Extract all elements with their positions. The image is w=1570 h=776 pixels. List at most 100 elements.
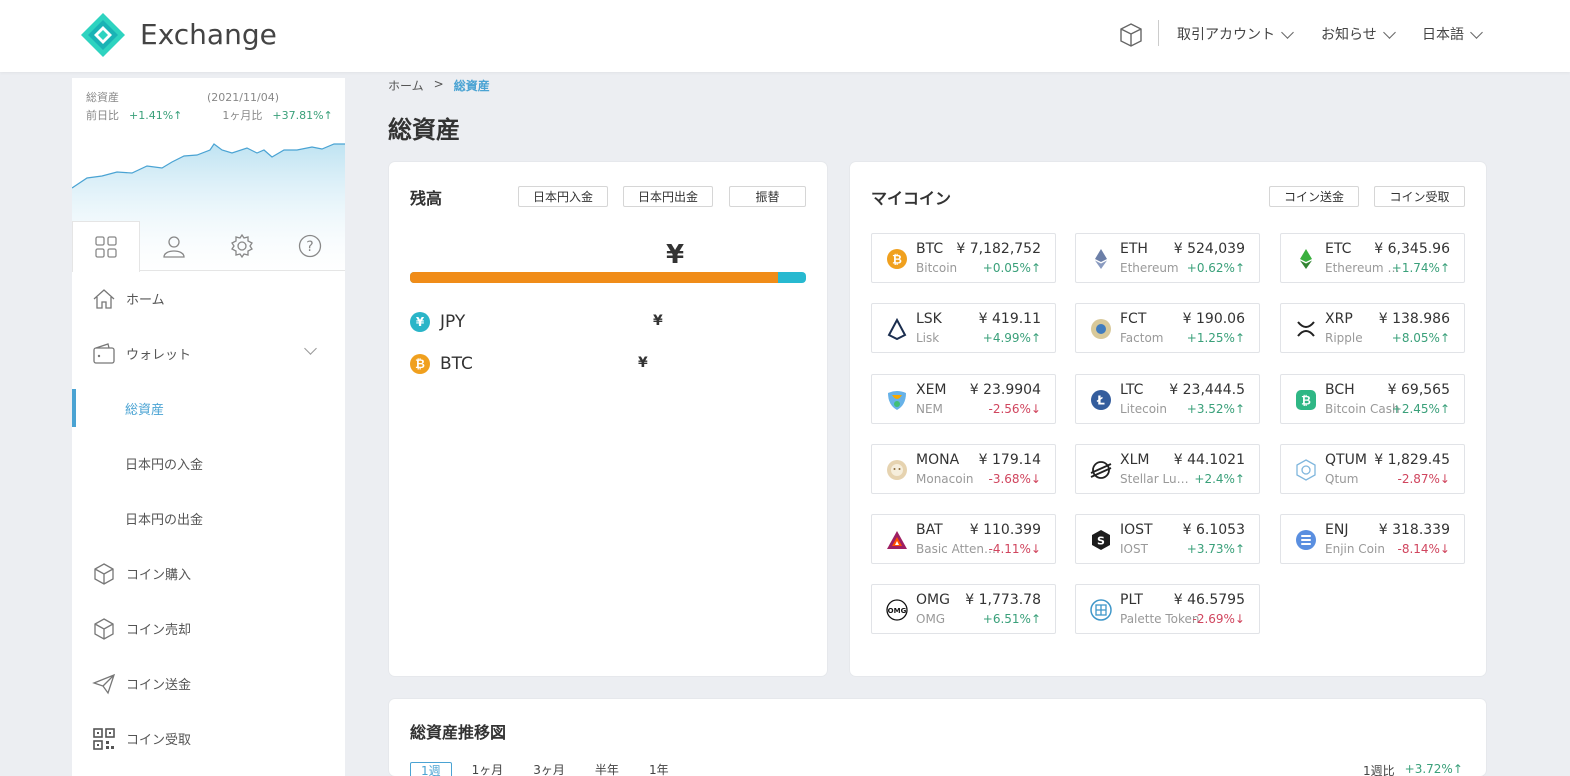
coin-change: -3.68%↓ bbox=[988, 472, 1041, 486]
coin-tile-iost[interactable]: S IOST IOST ¥ 6.1053 +3.73%↑ bbox=[1075, 514, 1260, 564]
coin-change: +3.52%↑ bbox=[1186, 402, 1245, 416]
sidebar-item-coin-receive[interactable]: コイン受取 bbox=[72, 711, 345, 766]
period-tabs: 1週 1ヶ月 3ヶ月 半年 1年 bbox=[410, 762, 679, 776]
plt-icon bbox=[1090, 599, 1112, 621]
brand-name[interactable]: Exchange bbox=[140, 18, 277, 51]
xrp-icon bbox=[1297, 321, 1315, 337]
language-menu[interactable]: 日本語 bbox=[1422, 24, 1483, 44]
coin-name: Stellar Lume... bbox=[1120, 472, 1200, 486]
sidebar-item-coin-sell[interactable]: コイン売却 bbox=[72, 601, 345, 656]
svg-text:S: S bbox=[1097, 535, 1105, 548]
coin-tile-xlm[interactable]: XLM Stellar Lume... ¥ 44.1021 +2.4%↑ bbox=[1075, 444, 1260, 494]
chevron-down-icon bbox=[1281, 25, 1294, 39]
coin-tile-xem[interactable]: XEM NEM ¥ 23.9904 -2.56%↓ bbox=[871, 374, 1056, 424]
period-tab-1m[interactable]: 1ヶ月 bbox=[462, 762, 514, 776]
coin-symbol: BCH bbox=[1325, 382, 1355, 398]
coin-price: ¥ 318.339 bbox=[1378, 522, 1450, 538]
coin-tile-qtum[interactable]: QTUM Qtum ¥ 1,829.45 -2.87%↓ bbox=[1280, 444, 1465, 494]
balance-row-value: ¥ bbox=[638, 355, 648, 371]
tab-dashboard[interactable] bbox=[72, 221, 140, 272]
sidebar-item-label: 日本円の出金 bbox=[125, 513, 204, 528]
jpy-withdraw-button[interactable]: 日本円出金 bbox=[623, 186, 713, 207]
period-tab-3m[interactable]: 3ヶ月 bbox=[523, 762, 575, 776]
period-tab-6m[interactable]: 半年 bbox=[585, 762, 629, 776]
breadcrumb-current: 総資産 bbox=[453, 79, 490, 93]
coin-receive-button[interactable]: コイン受取 bbox=[1374, 186, 1465, 207]
etc-icon bbox=[1300, 249, 1312, 269]
sidebar-item-coin-send[interactable]: コイン送金 bbox=[72, 656, 345, 711]
history-title: 総資産推移図 bbox=[410, 723, 507, 742]
cube-icon[interactable] bbox=[1118, 22, 1144, 48]
coin-symbol: OMG bbox=[916, 592, 950, 608]
coin-change: -4.11%↓ bbox=[988, 542, 1041, 556]
coin-tile-plt[interactable]: PLT Palette Token ¥ 46.5795 -2.69%↓ bbox=[1075, 584, 1260, 634]
coin-price: ¥ 23.9904 bbox=[969, 382, 1041, 398]
sidebar-item-total-assets[interactable]: 総資産 bbox=[72, 381, 345, 436]
coin-tile-enj[interactable]: ENJ Enjin Coin ¥ 318.339 -8.14%↓ bbox=[1280, 514, 1465, 564]
sidebar-item-jpy-deposit[interactable]: 日本円の入金 bbox=[72, 436, 345, 491]
coin-tile-bat[interactable]: BAT Basic Attenti... ¥ 110.399 -4.11%↓ bbox=[871, 514, 1056, 564]
fct-icon bbox=[1091, 319, 1111, 339]
total-balance-value: ¥ bbox=[666, 240, 685, 270]
coin-symbol: BTC bbox=[916, 241, 944, 257]
sidebar-item-jpy-withdraw[interactable]: 日本円の出金 bbox=[72, 491, 345, 546]
coin-tile-xrp[interactable]: XRP Ripple ¥ 138.986 +8.05%↑ bbox=[1280, 303, 1465, 353]
notice-menu-label: お知らせ bbox=[1321, 27, 1377, 43]
coin-tile-mona[interactable]: MONA Monacoin ¥ 179.14 -3.68%↓ bbox=[871, 444, 1056, 494]
notice-menu[interactable]: お知らせ bbox=[1321, 24, 1396, 44]
coin-symbol: MONA bbox=[916, 452, 960, 468]
coin-tile-etc[interactable]: ETC Ethereum Cl... ¥ 6,345.96 +1.74%↑ bbox=[1280, 233, 1465, 283]
coin-tile-lsk[interactable]: LSK Lisk ¥ 419.11 +4.99%↑ bbox=[871, 303, 1056, 353]
tab-help[interactable]: ? bbox=[276, 221, 344, 271]
coin-price: ¥ 110.399 bbox=[969, 522, 1041, 538]
coin-change: +1.74%↑ bbox=[1391, 261, 1450, 275]
account-menu[interactable]: 取引アカウント bbox=[1177, 24, 1294, 44]
coin-symbol: QTUM bbox=[1325, 452, 1367, 468]
coin-tile-fct[interactable]: FCT Factom ¥ 190.06 +1.25%↑ bbox=[1075, 303, 1260, 353]
coin-change: -8.14%↓ bbox=[1397, 542, 1450, 556]
coin-symbol: LSK bbox=[916, 311, 942, 327]
sidebar-item-wallet[interactable]: ウォレット bbox=[72, 326, 345, 381]
help-icon: ? bbox=[298, 234, 322, 258]
transfer-button[interactable]: 振替 bbox=[729, 186, 806, 207]
coin-tile-btc[interactable]: ₿ BTC Bitcoin ¥ 7,182,752 +0.05%↑ bbox=[871, 233, 1056, 283]
coin-price: ¥ 1,829.45 bbox=[1374, 452, 1450, 468]
chevron-down-icon bbox=[304, 342, 317, 355]
coin-price: ¥ 1,773.78 bbox=[965, 592, 1041, 608]
logo-icon[interactable] bbox=[80, 12, 126, 58]
period-tab-1w[interactable]: 1週 bbox=[410, 762, 452, 776]
page-title: 総資産 bbox=[388, 116, 460, 144]
coin-symbol: XRP bbox=[1325, 311, 1353, 327]
summary-date: (2021/11/04) bbox=[207, 90, 279, 104]
balance-row-btc[interactable]: ₿ BTC bbox=[410, 354, 473, 374]
sidebar-item-home[interactable]: ホーム bbox=[72, 271, 345, 326]
sidebar-item-coin-buy[interactable]: コイン購入 bbox=[72, 546, 345, 601]
summary-label: 総資産 bbox=[86, 91, 119, 104]
coin-name: Monacoin bbox=[916, 472, 974, 486]
jpy-share-fill bbox=[410, 272, 779, 283]
tab-account[interactable] bbox=[140, 221, 208, 271]
sidebar-item-label: 総資産 bbox=[125, 403, 165, 418]
breadcrumb-home[interactable]: ホーム bbox=[388, 77, 424, 94]
tab-settings[interactable] bbox=[208, 221, 276, 271]
coin-tile-omg[interactable]: OMG OMG OMG ¥ 1,773.78 +6.51%↑ bbox=[871, 584, 1056, 634]
coin-tile-bch[interactable]: ₿ BCH Bitcoin Cash ¥ 69,565 +2.45%↑ bbox=[1280, 374, 1465, 424]
coin-send-button[interactable]: コイン送金 bbox=[1269, 186, 1359, 207]
balance-row-jpy[interactable]: ¥ JPY bbox=[410, 312, 465, 332]
period-tab-1y[interactable]: 1年 bbox=[639, 762, 679, 776]
coin-price: ¥ 23,444.5 bbox=[1169, 382, 1245, 398]
balance-title: 残高 bbox=[410, 189, 443, 208]
sidebar-item-label: コイン購入 bbox=[126, 568, 192, 583]
coin-symbol: ENJ bbox=[1325, 522, 1349, 538]
jpy-icon: ¥ bbox=[410, 312, 430, 332]
qr-code-icon bbox=[93, 727, 115, 750]
coin-change: +3.73%↑ bbox=[1186, 542, 1245, 556]
coin-tile-eth[interactable]: ETH Ethereum ¥ 524,039 +0.62%↑ bbox=[1075, 233, 1260, 283]
coin-tile-ltc[interactable]: Ł LTC Litecoin ¥ 23,444.5 +3.52%↑ bbox=[1075, 374, 1260, 424]
svg-text:Ł: Ł bbox=[1096, 394, 1105, 408]
sidebar: 総資産 (2021/11/04) 前日比 +1.41%↑ 1ヶ月比 +37.81… bbox=[72, 78, 345, 776]
coin-price: ¥ 69,565 bbox=[1387, 382, 1450, 398]
jpy-deposit-button[interactable]: 日本円入金 bbox=[518, 186, 608, 207]
coin-name: Qtum bbox=[1325, 472, 1359, 486]
coin-name: Enjin Coin bbox=[1325, 542, 1385, 556]
